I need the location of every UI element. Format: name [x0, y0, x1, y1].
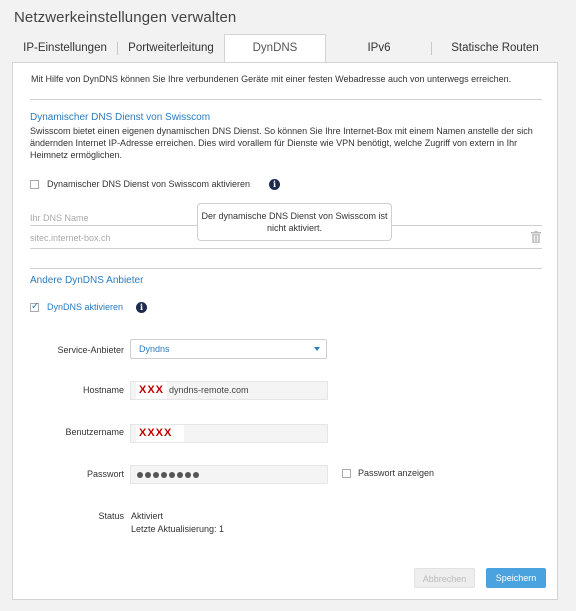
tab-bar: IP-Einstellungen Portweiterleitung DynDN…: [12, 34, 558, 63]
tab-ipv6[interactable]: IPv6: [326, 34, 432, 62]
password-dots: [137, 469, 201, 479]
save-button[interactable]: Speichern: [486, 568, 546, 588]
show-password-checkbox[interactable]: [342, 469, 351, 478]
password-dot: [177, 471, 183, 478]
service-provider-value: Dyndns: [139, 344, 170, 354]
username-label: Benutzername: [65, 427, 124, 437]
password-dot: [169, 471, 175, 478]
info-icon[interactable]: i: [136, 302, 147, 313]
tab-label: Portweiterleitung: [128, 42, 214, 54]
tab-portweiterleitung[interactable]: Portweiterleitung: [118, 34, 224, 62]
dns-name-label: Ihr DNS Name: [30, 213, 89, 223]
page-title: Netzwerkeinstellungen verwalten: [14, 9, 237, 26]
hostname-input[interactable]: XXX dyndns-remote.com: [130, 381, 328, 400]
password-label: Passwort: [86, 469, 124, 479]
swisscom-dns-checkbox[interactable]: [30, 180, 39, 189]
divider: [30, 99, 542, 100]
checkmark-icon: ✓: [31, 301, 40, 312]
service-provider-select[interactable]: Dyndns: [130, 339, 327, 359]
show-password-label[interactable]: Passwort anzeigen: [358, 468, 434, 478]
redaction-mark: XXX: [136, 382, 168, 399]
info-icon[interactable]: i: [269, 179, 280, 190]
service-provider-label: Service-Anbieter: [57, 345, 124, 355]
password-dot: [153, 471, 159, 478]
intro-text: Mit Hilfe von DynDNS können Sie Ihre ver…: [31, 74, 512, 84]
dyndns-checkbox[interactable]: ✓: [30, 301, 40, 312]
password-dot: [185, 471, 191, 478]
last-update-text: Letzte Aktualisierung: 1: [131, 524, 225, 534]
tab-label: IPv6: [367, 42, 391, 54]
hostname-value: dyndns-remote.com: [169, 385, 249, 395]
cancel-button[interactable]: Abbrechen: [414, 568, 475, 588]
status-label: Status: [98, 511, 124, 521]
trash-icon: [531, 231, 541, 243]
password-dot: [193, 471, 199, 478]
other-section-title: Andere DynDNS Anbieter: [30, 275, 144, 286]
tab-label: IP-Einstellungen: [23, 42, 107, 54]
password-dot: [161, 471, 167, 478]
chevron-down-icon: [314, 347, 320, 351]
username-input[interactable]: XXXX: [130, 424, 328, 443]
password-dot: [137, 471, 143, 478]
tab-dyndns[interactable]: DynDNS: [224, 34, 326, 63]
swisscom-section-title: Dynamischer DNS Dienst von Swisscom: [30, 112, 211, 123]
tab-label: Statische Routen: [451, 42, 539, 54]
tab-ip-einstellungen[interactable]: IP-Einstellungen: [12, 34, 118, 62]
password-dot: [145, 471, 151, 478]
redaction-mark: XXXX: [136, 425, 185, 442]
status-value: Aktiviert: [131, 511, 164, 521]
hostname-label: Hostname: [82, 385, 124, 395]
dyndns-panel: Mit Hilfe von DynDNS können Sie Ihre ver…: [12, 62, 558, 600]
tab-label: DynDNS: [252, 42, 298, 54]
password-input[interactable]: [130, 465, 328, 484]
dyndns-checkbox-label[interactable]: DynDNS aktivieren: [47, 302, 123, 312]
divider: [30, 268, 542, 269]
swisscom-dns-checkbox-label[interactable]: Dynamischer DNS Dienst von Swisscom akti…: [47, 179, 250, 189]
divider: [30, 248, 542, 249]
swisscom-description: Swisscom bietet einen eigenen dynamische…: [30, 126, 533, 160]
tab-statische-routen[interactable]: Statische Routen: [432, 34, 558, 62]
tooltip: Der dynamische DNS Dienst von Swisscom i…: [197, 203, 392, 241]
dns-name-value: sitec.internet-box.ch: [30, 233, 111, 243]
